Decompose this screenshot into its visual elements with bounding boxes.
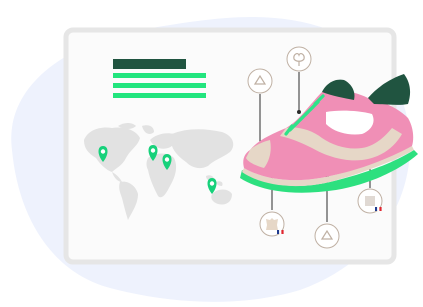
recycle-icon: [247, 68, 273, 94]
france-flag-icon: [277, 230, 284, 234]
callout-dot: [297, 110, 301, 114]
card-text-line: [113, 93, 206, 98]
cotton-icon: [286, 46, 312, 72]
card-text-line: [113, 83, 206, 88]
card-heading-bar: [113, 59, 186, 69]
recycle-sole-icon: [314, 223, 340, 249]
fabric-mesh-icon: [357, 188, 383, 214]
illustration-scene: [0, 0, 423, 307]
card-text-lines: [113, 73, 206, 98]
france-flag-icon: [375, 207, 382, 211]
card-text-line: [113, 73, 206, 78]
leather-icon: [259, 211, 285, 237]
